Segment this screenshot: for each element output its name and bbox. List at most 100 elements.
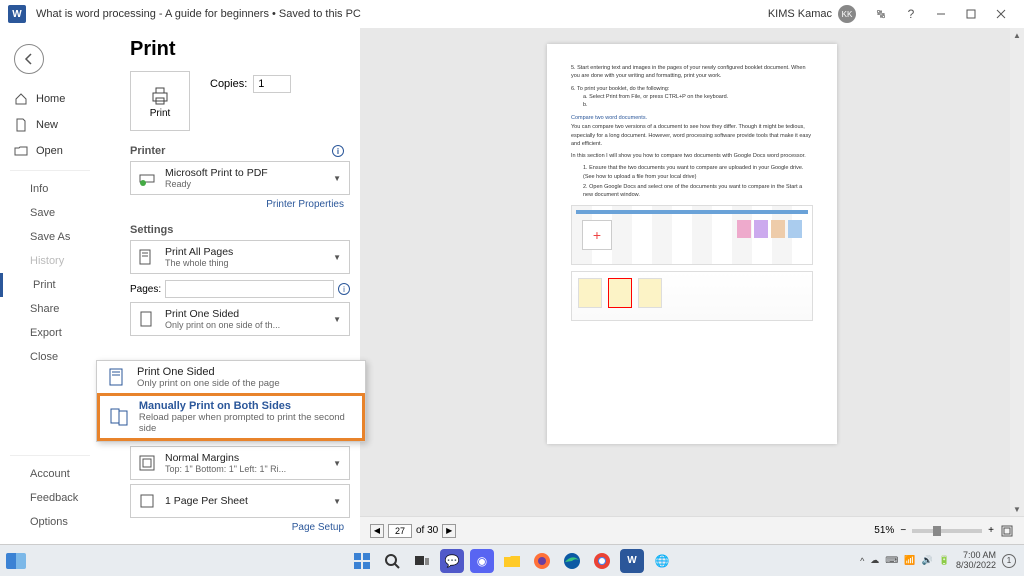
- pages-per-sheet-dropdown[interactable]: 1 Page Per Sheet ▼: [130, 484, 350, 518]
- page-total-label: of 30: [416, 525, 438, 536]
- printer-dropdown[interactable]: Microsoft Print to PDFReady ▼: [130, 161, 350, 195]
- nav-print[interactable]: Print: [0, 273, 100, 297]
- pages-input[interactable]: [165, 280, 334, 298]
- edge-icon[interactable]: [560, 549, 584, 573]
- onedrive-icon[interactable]: ☁: [870, 555, 879, 566]
- copies-label: Copies:: [210, 78, 247, 90]
- pages-label: Pages:: [130, 284, 161, 295]
- notifications-icon[interactable]: 1: [1002, 554, 1016, 568]
- copies-input[interactable]: [253, 75, 291, 93]
- zoom-label: 51%: [874, 525, 894, 536]
- settings-section-label: Settings: [130, 224, 173, 236]
- user-name-label: KIMS Kamac: [768, 8, 832, 20]
- firefox-icon[interactable]: [530, 549, 554, 573]
- doc-body-2: In this section I will show you how to c…: [571, 152, 813, 160]
- back-button[interactable]: [14, 44, 44, 74]
- help-button[interactable]: ?: [896, 0, 926, 28]
- doc-step-2: 2. Open Google Docs and select one of th…: [583, 183, 813, 200]
- volume-icon[interactable]: 🔊: [922, 555, 933, 566]
- nav-save-as-label: Save As: [30, 231, 70, 243]
- flyout-opt1-title: Print One Sided: [137, 366, 280, 378]
- zoom-in-button[interactable]: +: [988, 525, 994, 536]
- chevron-down-icon: ▼: [329, 315, 345, 324]
- teams-icon[interactable]: 💬: [440, 549, 464, 573]
- nav-info[interactable]: Info: [0, 177, 100, 201]
- print-what-dropdown[interactable]: Print All PagesThe whole thing ▼: [130, 240, 350, 274]
- scroll-down-icon[interactable]: ▼: [1013, 502, 1021, 516]
- minimize-button[interactable]: [926, 0, 956, 28]
- nav-new[interactable]: New: [0, 112, 100, 138]
- backstage-nav: Home New Open Info Save Save As History …: [0, 28, 100, 544]
- print-button[interactable]: Print: [130, 71, 190, 131]
- nav-share[interactable]: Share: [0, 297, 100, 321]
- nav-home[interactable]: Home: [0, 86, 100, 112]
- doc-screenshot-2: [571, 271, 813, 321]
- wifi-icon[interactable]: 📶: [904, 555, 915, 566]
- widgets-icon: [6, 553, 26, 569]
- print-heading: Print: [130, 38, 350, 61]
- chevron-down-icon: ▼: [329, 174, 345, 183]
- page-number-input[interactable]: [388, 524, 412, 538]
- nav-close[interactable]: Close: [0, 345, 100, 369]
- nav-options[interactable]: Options: [0, 510, 100, 534]
- clock-date: 8/30/2022: [956, 561, 996, 571]
- nav-feedback[interactable]: Feedback: [0, 486, 100, 510]
- word-taskbar-icon[interactable]: W: [620, 549, 644, 573]
- start-button[interactable]: [350, 549, 374, 573]
- nav-export[interactable]: Export: [0, 321, 100, 345]
- nav-history: History: [0, 249, 100, 273]
- vertical-scrollbar[interactable]: ▲ ▼: [1010, 28, 1024, 516]
- one-sided-icon: [105, 365, 129, 389]
- pages-info-icon[interactable]: i: [338, 283, 350, 295]
- sides-flyout: Print One SidedOnly print on one side of…: [96, 360, 366, 442]
- prev-page-button[interactable]: ◀: [370, 524, 384, 538]
- new-doc-icon: [14, 118, 28, 132]
- nav-home-label: Home: [36, 93, 65, 105]
- task-view-button[interactable]: [410, 549, 434, 573]
- nav-account[interactable]: Account: [0, 462, 100, 486]
- scroll-up-icon[interactable]: ▲: [1013, 28, 1021, 42]
- preview-page: 5. Start entering text and images in the…: [547, 44, 837, 444]
- discord-icon[interactable]: ◉: [470, 549, 494, 573]
- doc-compare-heading: Compare two word documents.: [571, 115, 813, 121]
- close-button[interactable]: [986, 0, 1016, 28]
- nav-save-as[interactable]: Save As: [0, 225, 100, 249]
- both-sides-icon: [108, 405, 131, 429]
- flyout-opt1-sub: Only print on one side of the page: [137, 378, 280, 389]
- printer-properties-link[interactable]: Printer Properties: [130, 199, 350, 210]
- pages-icon: [135, 245, 159, 269]
- file-explorer-icon[interactable]: [500, 549, 524, 573]
- print-what-sub: The whole thing: [165, 258, 329, 268]
- system-tray[interactable]: ^ ☁ ⌨ 📶 🔊 🔋 7:00 AM 8/30/2022 1: [860, 551, 1016, 571]
- sides-dropdown[interactable]: Print One SidedOnly print on one side of…: [130, 302, 350, 336]
- doc-line-6: 6. To print your booklet, do the followi…: [571, 85, 813, 93]
- app-icon[interactable]: 🌐: [650, 549, 674, 573]
- widgets-button[interactable]: [6, 553, 26, 569]
- doc-step-1: 1. Ensure that the two documents you wan…: [583, 164, 813, 181]
- search-button[interactable]: [380, 549, 404, 573]
- print-preview: 5. Start entering text and images in the…: [360, 28, 1024, 544]
- flyout-both-sides[interactable]: Manually Print on Both SidesReload paper…: [97, 393, 365, 441]
- nav-open[interactable]: Open: [0, 138, 100, 164]
- pps-title: 1 Page Per Sheet: [165, 495, 329, 507]
- fit-page-button[interactable]: [1000, 524, 1014, 538]
- maximize-button[interactable]: [956, 0, 986, 28]
- margins-title: Normal Margins: [165, 452, 329, 464]
- nav-save[interactable]: Save: [0, 201, 100, 225]
- page-setup-link[interactable]: Page Setup: [130, 522, 350, 533]
- margins-dropdown[interactable]: Normal MarginsTop: 1" Bottom: 1" Left: 1…: [130, 446, 350, 480]
- print-pane: Print Print Copies: Printeri Microsoft P…: [100, 28, 360, 544]
- sides-title: Print One Sided: [165, 308, 329, 320]
- zoom-slider[interactable]: [912, 529, 982, 533]
- battery-icon[interactable]: 🔋: [939, 555, 950, 566]
- nav-close-label: Close: [30, 351, 58, 363]
- tray-chevron-icon[interactable]: ^: [860, 556, 864, 566]
- flyout-one-sided[interactable]: Print One SidedOnly print on one side of…: [97, 361, 365, 393]
- ribbon-mode-icon[interactable]: [866, 0, 896, 28]
- keyboard-icon[interactable]: ⌨: [885, 555, 898, 566]
- chrome-icon[interactable]: [590, 549, 614, 573]
- zoom-out-button[interactable]: −: [900, 525, 906, 536]
- user-account[interactable]: KIMS Kamac KK: [768, 5, 856, 23]
- printer-info-icon[interactable]: i: [332, 145, 344, 157]
- next-page-button[interactable]: ▶: [442, 524, 456, 538]
